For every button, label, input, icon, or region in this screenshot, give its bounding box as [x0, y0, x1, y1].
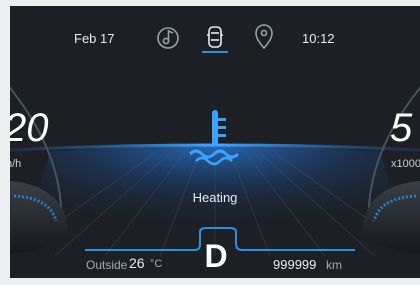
status-time: 10:12: [302, 31, 335, 46]
tab-navigation[interactable]: [250, 22, 278, 52]
outside-temp-unit: °C: [150, 258, 163, 270]
right-gauge-value: 5: [390, 106, 413, 150]
status-date: Feb 17: [74, 31, 115, 46]
status-message: Heating: [192, 190, 238, 205]
gear-indicator: D: [204, 238, 228, 274]
instrument-cluster: Feb 17 10:12 20 n/h 5 x1000 Heating D Ou…: [10, 6, 420, 278]
tab-media[interactable]: [154, 24, 182, 52]
left-gauge-value: 20: [10, 106, 49, 150]
right-gauge-unit: x1000: [391, 158, 420, 170]
tab-vehicle[interactable]: [200, 22, 230, 54]
outside-temp-value: 26: [129, 255, 145, 271]
outside-temp-label: Outside: [86, 258, 128, 272]
odometer-unit: km: [326, 258, 342, 272]
odometer-value: 999999: [273, 257, 317, 272]
left-gauge-unit: n/h: [10, 158, 22, 170]
